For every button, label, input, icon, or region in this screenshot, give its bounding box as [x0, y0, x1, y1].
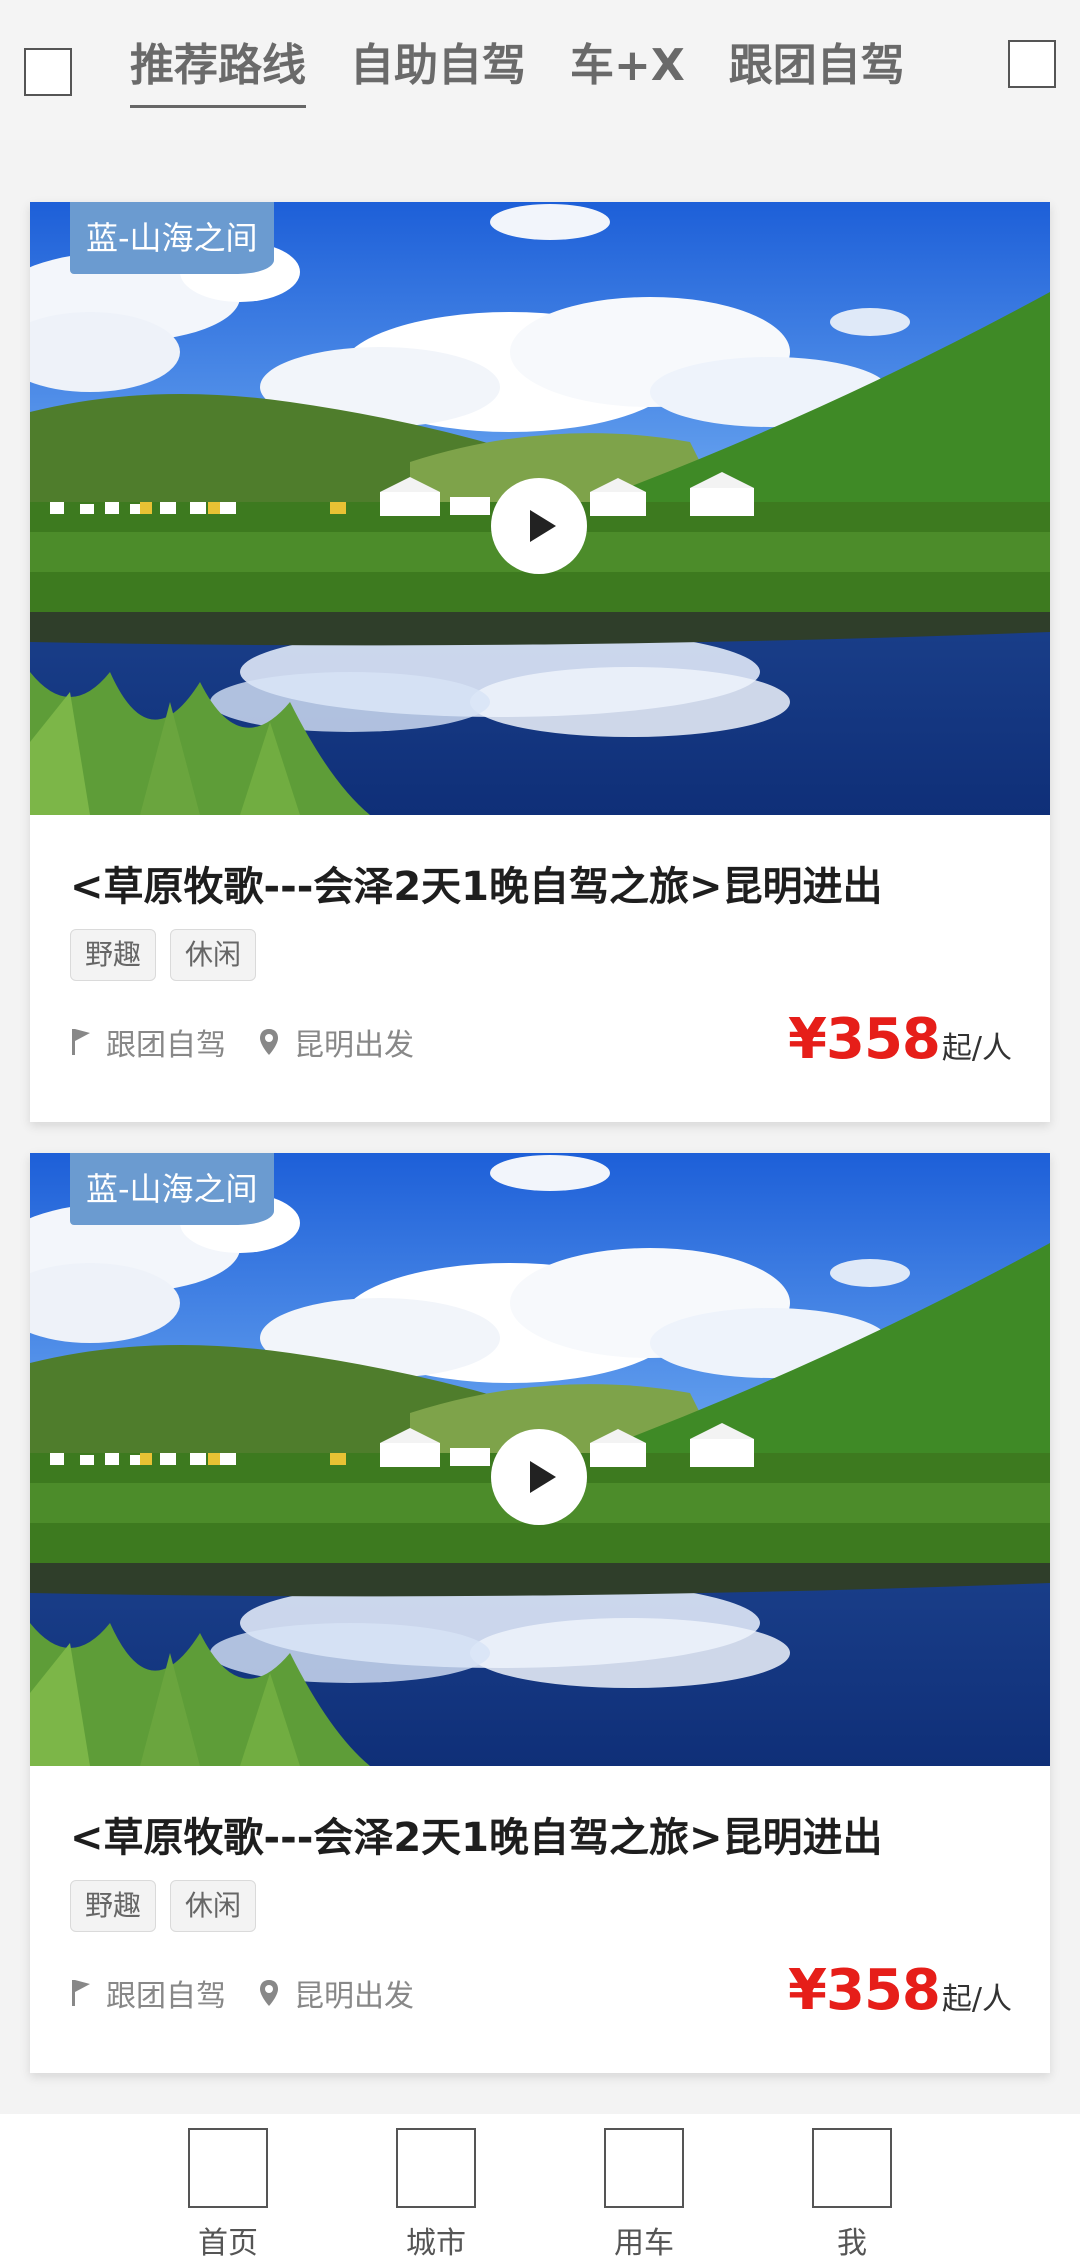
tag-chips: 野趣 休闲 — [70, 1880, 257, 1932]
top-header: 推荐路线 自助自驾 车+X 跟团自驾 — [0, 0, 1080, 140]
route-title[interactable]: <草原牧歌---会泽2天1晚自驾之旅>昆明进出 — [70, 854, 883, 912]
meta-type-label: 跟团自驾 — [106, 1979, 226, 2014]
location-pin-icon — [260, 1029, 278, 1055]
tag-chip: 野趣 — [70, 929, 157, 981]
city-icon — [396, 2128, 476, 2208]
nav-city-label: 城市 — [406, 2226, 466, 2261]
header-left-icon[interactable] — [24, 48, 72, 96]
price-amount: ¥358 — [788, 1007, 941, 1072]
meta-departure: 昆明出发 — [258, 1020, 414, 1064]
meta-type: 跟团自驾 — [70, 1020, 226, 1064]
nav-car-label: 用车 — [614, 2226, 674, 2261]
route-card[interactable]: 蓝-山海之间 <草原牧歌---会泽2天1晚自驾之旅>昆明进出 野趣 休闲 跟团自… — [30, 1153, 1050, 2073]
tab-group-drive[interactable]: 跟团自驾 — [729, 34, 905, 104]
car-icon — [604, 2128, 684, 2208]
tag-chips: 野趣 休闲 — [70, 929, 257, 981]
tab-recommended-routes[interactable]: 推荐路线 — [130, 34, 306, 108]
location-pin-icon — [260, 1980, 278, 2006]
flag-icon — [72, 1980, 90, 2006]
meta-type: 跟团自驾 — [70, 1971, 226, 2015]
nav-me-label: 我 — [837, 2226, 867, 2261]
nav-home-label: 首页 — [198, 2226, 258, 2261]
price-amount: ¥358 — [788, 1958, 941, 2023]
route-title[interactable]: <草原牧歌---会泽2天1晚自驾之旅>昆明进出 — [70, 1805, 883, 1863]
meta-departure-label: 昆明出发 — [294, 1979, 414, 2014]
play-icon[interactable] — [491, 478, 587, 574]
tag-chip: 休闲 — [170, 929, 257, 981]
tab-car-plus-x[interactable]: 车+X — [570, 34, 685, 104]
theme-ribbon: 蓝-山海之间 — [70, 1153, 274, 1225]
nav-home[interactable]: 首页 — [168, 2128, 288, 2262]
tag-chip: 休闲 — [170, 1880, 257, 1932]
profile-icon — [812, 2128, 892, 2208]
header-right-icon[interactable] — [1008, 40, 1056, 88]
price: ¥358 起/人 — [788, 1958, 1012, 2023]
meta-type-label: 跟团自驾 — [106, 1028, 226, 1063]
category-tabs: 推荐路线 自助自驾 车+X 跟团自驾 — [130, 34, 905, 108]
home-icon — [188, 2128, 268, 2208]
route-meta: 跟团自驾 昆明出发 — [70, 1020, 446, 1064]
theme-ribbon: 蓝-山海之间 — [70, 202, 274, 274]
tag-chip: 野趣 — [70, 1880, 157, 1932]
price: ¥358 起/人 — [788, 1007, 1012, 1072]
app-screen: 推荐路线 自助自驾 车+X 跟团自驾 蓝-山海之间 <草原牧歌---会泽2天1晚… — [0, 0, 1080, 2264]
play-icon[interactable] — [491, 1429, 587, 1525]
bottom-tab-bar: 首页 城市 用车 我 — [0, 2114, 1080, 2264]
price-unit: 起/人 — [941, 1982, 1012, 2017]
meta-departure: 昆明出发 — [258, 1971, 414, 2015]
price-unit: 起/人 — [941, 1031, 1012, 1066]
nav-city[interactable]: 城市 — [376, 2128, 496, 2262]
nav-car[interactable]: 用车 — [584, 2128, 704, 2262]
meta-departure-label: 昆明出发 — [294, 1028, 414, 1063]
tab-self-drive[interactable]: 自助自驾 — [350, 34, 526, 104]
route-meta: 跟团自驾 昆明出发 — [70, 1971, 446, 2015]
route-card[interactable]: 蓝-山海之间 <草原牧歌---会泽2天1晚自驾之旅>昆明进出 野趣 休闲 跟团自… — [30, 202, 1050, 1122]
nav-me[interactable]: 我 — [792, 2128, 912, 2262]
flag-icon — [72, 1029, 90, 1055]
